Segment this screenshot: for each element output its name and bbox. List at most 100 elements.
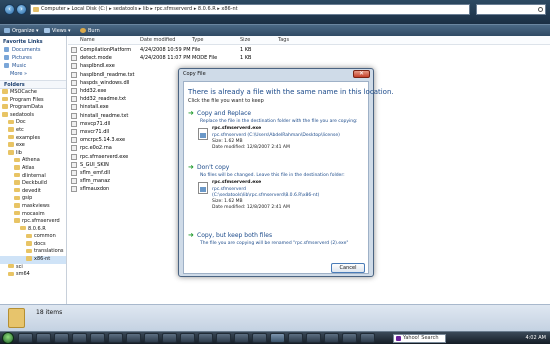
close-button[interactable]: ✕ — [353, 70, 370, 78]
taskbar-app-button[interactable] — [54, 333, 69, 343]
favorite-documents[interactable]: Documents — [0, 46, 66, 54]
file-row[interactable]: CompilationPlatform 4/24/2008 10:59 PM Fil… — [68, 46, 550, 54]
start-button[interactable] — [2, 332, 14, 344]
dont-copy-option[interactable]: ➜ Don't copy No files will be changed. L… — [188, 164, 366, 222]
tree-item[interactable]: Program Files — [0, 97, 66, 105]
views-button[interactable]: Views ▾ — [44, 27, 71, 35]
taskbar-app-button[interactable] — [90, 333, 105, 343]
taskbar-app-button[interactable] — [108, 333, 123, 343]
forward-button[interactable]: › — [16, 4, 27, 15]
tree-item[interactable]: Doc — [0, 119, 66, 127]
column-size[interactable]: Size — [240, 37, 250, 43]
file-icon — [71, 63, 77, 70]
file-date: Date modified: 12/8/2007 2:41 AM — [212, 145, 290, 150]
tree-item[interactable]: mocasim — [0, 211, 66, 219]
taskbar-app-button[interactable] — [234, 333, 249, 343]
file-row[interactable]: detect.mode 4/24/2008 11:07 PM MODE File 1 … — [68, 54, 550, 62]
navigation-pane: Favorite Links Documents Pictures Music … — [0, 36, 67, 304]
tree-item[interactable]: MSOCache — [0, 89, 66, 97]
column-tags[interactable]: Tags — [278, 37, 289, 43]
file-icon — [71, 71, 77, 78]
address-field[interactable]: Computer ▸ Local Disk (C:) ▸ sedatools ▸… — [30, 4, 470, 15]
favorite-pictures[interactable]: Pictures — [0, 54, 66, 62]
address-bar-area: ‹ › Computer ▸ Local Disk (C:) ▸ sedatoo… — [0, 0, 550, 24]
search-input[interactable] — [476, 4, 546, 15]
taskbar-app-button[interactable] — [360, 333, 375, 343]
taskbar-search-input[interactable]: Yahoo! Search — [393, 334, 446, 343]
tree-item[interactable]: devedit — [0, 188, 66, 196]
tree-item[interactable]: rpc.sfmserverd — [0, 218, 66, 226]
tree-item[interactable]: lib — [0, 150, 66, 158]
tree-item[interactable]: sm64 — [0, 271, 66, 279]
file-icon — [71, 47, 77, 53]
cancel-button[interactable]: Cancel — [331, 263, 365, 273]
taskbar-app-button[interactable] — [36, 333, 51, 343]
tree-item[interactable]: Deckbuild — [0, 180, 66, 188]
tree-item[interactable]: common — [0, 233, 66, 241]
tree-item[interactable]: exe — [0, 142, 66, 150]
file-name: haspds_windows.dll — [80, 79, 130, 86]
tree-item[interactable]: Atlas — [0, 165, 66, 173]
folder-icon — [14, 187, 20, 193]
tree-item[interactable]: translations — [0, 248, 66, 256]
folder-icon — [14, 157, 20, 163]
pictures-icon — [4, 55, 9, 60]
file-name: rpc.sfmserverd.exe — [80, 153, 129, 160]
back-button[interactable]: ‹ — [4, 4, 15, 15]
folder-icon — [14, 218, 20, 223]
file-date: Date modified: 12/8/2007 2:41 AM — [212, 205, 290, 210]
column-date[interactable]: Date modified — [140, 37, 175, 43]
taskbar-app-button[interactable] — [126, 333, 141, 343]
taskbar-app-button[interactable] — [198, 333, 213, 343]
organize-button[interactable]: Organize ▾ — [4, 27, 39, 35]
copy-and-replace-option[interactable]: ➜ Copy and Replace Replace the file in t… — [188, 110, 366, 158]
taskbar-app-button[interactable] — [162, 333, 177, 343]
taskbar-app-button[interactable] — [270, 333, 285, 343]
taskbar-app-button[interactable] — [180, 333, 195, 343]
tree-item[interactable]: ProgramData — [0, 104, 66, 112]
folder-icon — [20, 225, 26, 231]
file-size: 1 KB — [240, 55, 252, 62]
tree-item[interactable]: etc — [0, 127, 66, 135]
tree-item[interactable]: sedatools — [0, 112, 66, 120]
favorite-music[interactable]: Music — [0, 62, 66, 70]
option-description: The file you are copying will be renamed… — [200, 241, 349, 246]
arrow-right-icon: ➜ — [188, 231, 194, 239]
tree-item[interactable]: docs — [0, 241, 66, 249]
taskbar-app-button[interactable] — [72, 333, 87, 343]
file-icon — [71, 153, 77, 160]
file-icon — [71, 145, 77, 152]
taskbar-app-button[interactable] — [144, 333, 159, 343]
tree-item[interactable]: Athena — [0, 157, 66, 165]
burn-button[interactable]: Burn — [80, 27, 100, 35]
more-link[interactable]: More » — [0, 70, 66, 78]
taskbar-app-button[interactable] — [216, 333, 231, 343]
column-type[interactable]: Type — [192, 37, 203, 43]
keep-both-option[interactable]: ➜ Copy, but keep both files The file you… — [188, 232, 366, 250]
file-icon — [71, 88, 77, 94]
taskbar-app-button[interactable] — [18, 333, 33, 343]
taskbar-app-button[interactable] — [306, 333, 321, 343]
taskbar-app-button[interactable] — [324, 333, 339, 343]
taskbar-app-button[interactable] — [252, 333, 267, 343]
tree-item[interactable]: gsip — [0, 195, 66, 203]
file-path: (C:\sedatools\lib\rpc.sfmserverd\8.0.6.R… — [212, 193, 320, 198]
column-name[interactable]: Name — [80, 37, 95, 43]
tree-item[interactable]: dlinternal — [0, 173, 66, 181]
taskbar-app-button[interactable] — [288, 333, 303, 343]
folder-icon — [2, 104, 8, 109]
taskbar-app-button[interactable] — [342, 333, 357, 343]
tree-item[interactable]: sci — [0, 264, 66, 272]
tree-item[interactable]: x86-nt — [0, 256, 66, 264]
folders-header[interactable]: Folders — [0, 80, 66, 89]
tree-item[interactable]: examples — [0, 135, 66, 143]
file-name: sflm_emf.dll — [80, 170, 111, 176]
file-icon — [71, 55, 77, 62]
taskbar: Yahoo! Search 4:02 AM — [0, 331, 550, 344]
file-name: rpc.e0o2.rna — [80, 145, 112, 152]
music-icon — [4, 63, 9, 68]
tree-item[interactable]: maskviews — [0, 203, 66, 211]
file-name: CompilationPlatform — [80, 47, 132, 53]
tree-item[interactable]: 8.0.6.R — [0, 226, 66, 234]
folder-icon — [14, 210, 20, 216]
